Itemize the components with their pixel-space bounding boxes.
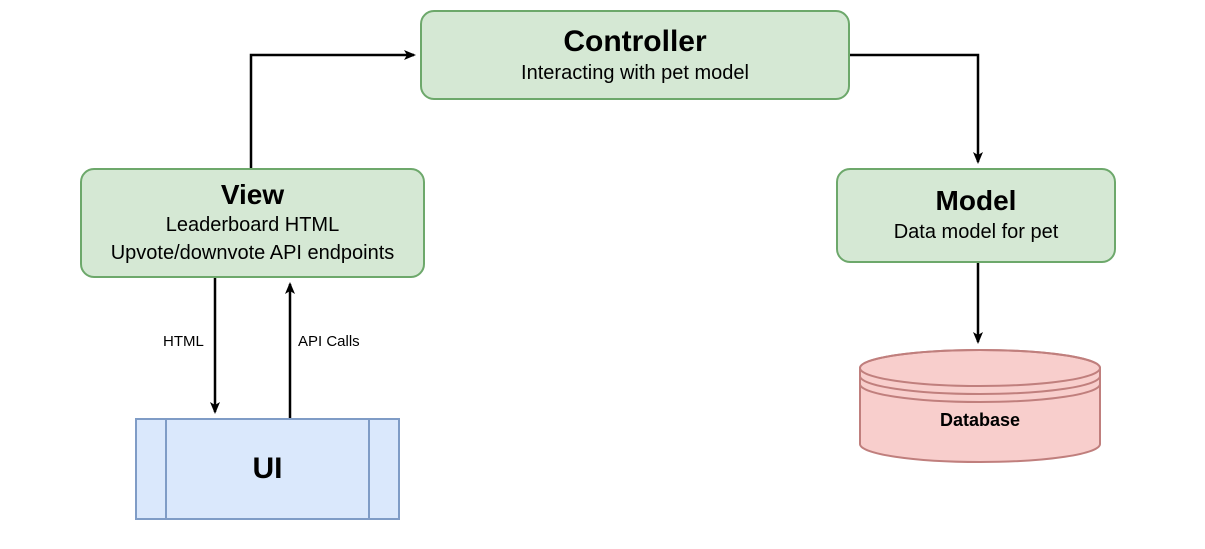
ui-divider-left xyxy=(165,420,167,518)
database-node: Database xyxy=(855,346,1105,466)
ui-divider-right xyxy=(368,420,370,518)
view-node: View Leaderboard HTML Upvote/downvote AP… xyxy=(80,168,425,278)
edge-label-html: HTML xyxy=(163,333,204,350)
controller-title: Controller xyxy=(563,25,706,58)
controller-node: Controller Interacting with pet model xyxy=(420,10,850,100)
database-icon xyxy=(855,346,1105,466)
controller-subtitle: Interacting with pet model xyxy=(521,60,749,86)
database-label: Database xyxy=(855,410,1105,431)
view-title: View xyxy=(221,180,284,211)
arrow-view-to-controller xyxy=(251,55,414,168)
edge-label-api-calls: API Calls xyxy=(298,333,360,350)
view-subtitle-line1: Leaderboard HTML xyxy=(166,212,339,238)
model-title: Model xyxy=(936,186,1017,217)
model-node: Model Data model for pet xyxy=(836,168,1116,263)
ui-node: UI xyxy=(135,418,400,520)
arrow-controller-to-model xyxy=(850,55,978,162)
model-subtitle: Data model for pet xyxy=(894,219,1059,245)
ui-label: UI xyxy=(253,452,283,486)
view-subtitle-line2: Upvote/downvote API endpoints xyxy=(111,240,395,266)
